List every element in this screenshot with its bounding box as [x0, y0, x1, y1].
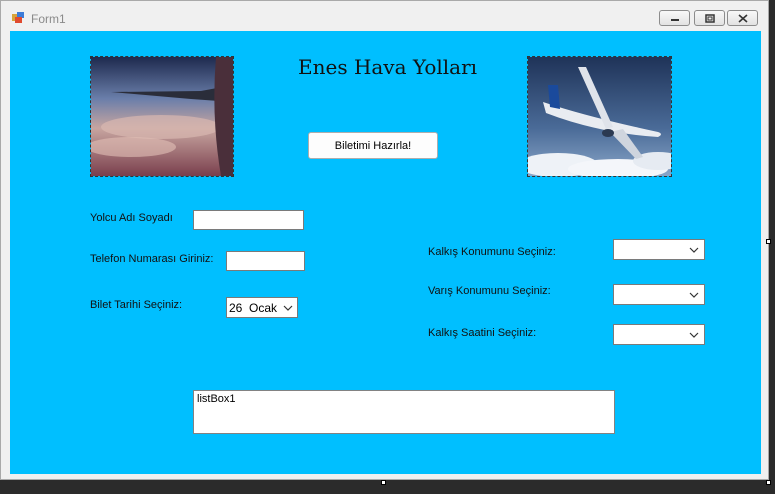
departure-combobox[interactable]: [613, 239, 705, 260]
resize-handle-bottom[interactable]: [381, 480, 386, 485]
name-label: Yolcu Adı Soyadı: [90, 212, 173, 224]
arrival-combobox[interactable]: [613, 284, 705, 305]
close-icon: [737, 13, 748, 23]
minimize-icon: [670, 19, 679, 21]
date-picker[interactable]: 26 Ocak: [226, 297, 298, 318]
departure-label: Kalkış Konumunu Seçiniz:: [428, 246, 556, 258]
departure-time-label: Kalkış Saatini Seçiniz:: [428, 327, 537, 339]
arrival-label: Varış Konumunu Seçiniz:: [428, 285, 551, 297]
resize-handle-corner[interactable]: [766, 480, 771, 485]
name-input[interactable]: [193, 210, 304, 230]
app-icon: [12, 12, 24, 23]
prepare-ticket-button[interactable]: Biletimi Hazırla!: [308, 132, 438, 159]
form-client-area: Enes Hava Yolları Biletimi Hazırla! Yolc…: [10, 31, 761, 474]
wing-photo-icon: [91, 57, 233, 176]
date-label: Bilet Tarihi Seçiniz:: [90, 299, 183, 311]
title-bar[interactable]: Form1: [1, 1, 768, 31]
chevron-down-icon: [689, 292, 699, 298]
ticket-listbox[interactable]: listBox1: [193, 390, 615, 434]
chevron-down-icon: [689, 332, 699, 338]
close-button[interactable]: [727, 10, 758, 26]
maximize-button[interactable]: [694, 10, 725, 26]
airplane-wing-picture: [90, 56, 234, 177]
list-item[interactable]: listBox1: [197, 393, 611, 405]
window-title: Form1: [31, 12, 66, 26]
form-window: Form1 Enes Hava Yolları Biletimi Hazırla…: [0, 0, 769, 480]
airliner-photo-icon: [528, 57, 671, 176]
page-title: Enes Hava Yolları: [298, 55, 478, 79]
phone-input[interactable]: [226, 251, 305, 271]
phone-label: Telefon Numarası Giriniz:: [90, 253, 214, 265]
airliner-picture: [527, 56, 672, 177]
departure-time-combobox[interactable]: [613, 324, 705, 345]
chevron-down-icon: [689, 247, 699, 253]
date-month: Ocak: [249, 301, 278, 315]
minimize-button[interactable]: [659, 10, 690, 26]
chevron-down-icon: [283, 305, 293, 311]
maximize-icon: [704, 13, 715, 23]
resize-handle-right[interactable]: [766, 239, 771, 244]
date-day: 26: [229, 301, 243, 315]
